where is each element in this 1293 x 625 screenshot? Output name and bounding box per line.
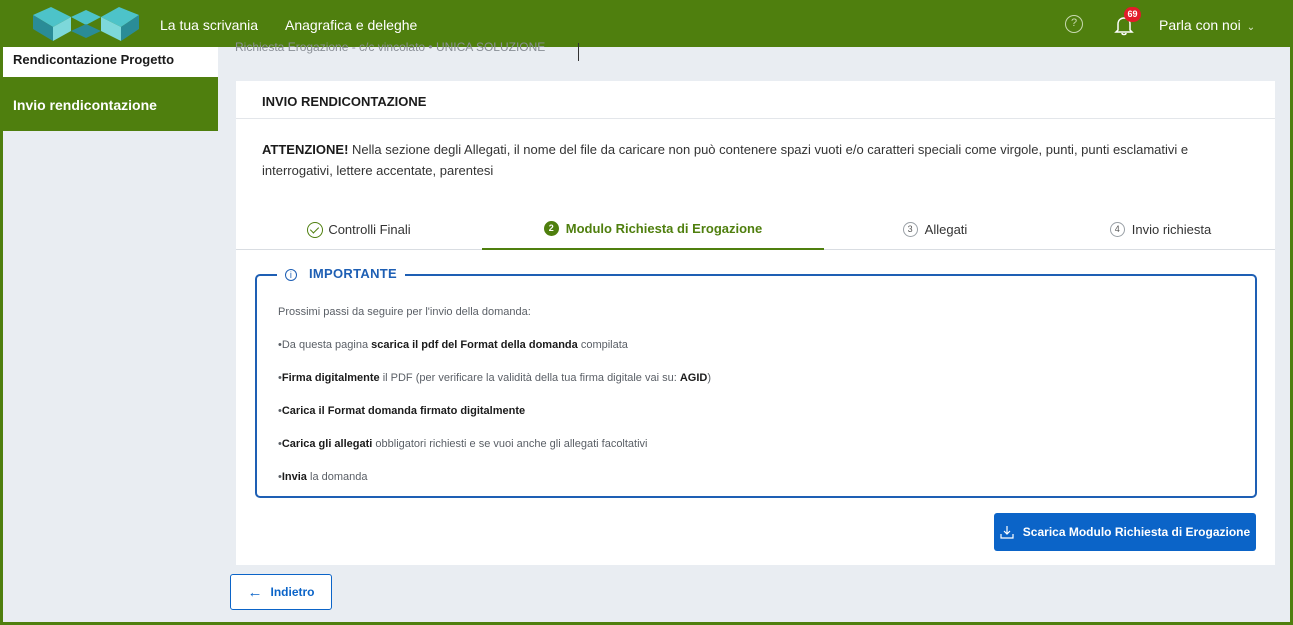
download-label: Scarica Modulo Richiesta di Erogazione: [1022, 525, 1251, 539]
step-label: Allegati: [924, 222, 968, 237]
back-label: Indietro: [270, 585, 315, 599]
step-allegati[interactable]: 3 Allegati: [824, 209, 1046, 250]
question-circle-icon[interactable]: ?: [1065, 15, 1083, 33]
nav-la-tua-scrivania[interactable]: La tua scrivania: [160, 17, 258, 33]
important-step: •Firma digitalmente il PDF (per verifica…: [278, 372, 711, 384]
arrow-left-icon: ←: [247, 583, 263, 601]
warning-label: ATTENZIONE!: [262, 142, 349, 157]
important-box: i IMPORTANTE Prossimi passi da seguire pe…: [255, 266, 1257, 498]
step-number: 4: [1109, 222, 1125, 237]
app-window: La tua scrivania Anagrafica e deleghe ? …: [3, 3, 1290, 622]
info-icon: i: [285, 269, 297, 281]
step-number: 2: [543, 221, 559, 236]
stepper: Controlli Finali 2 Modulo Richiesta di E…: [236, 209, 1275, 250]
step-text: la domanda: [306, 471, 368, 483]
breadcrumb-divider: [578, 43, 579, 61]
step-text: ): [707, 372, 712, 384]
top-navbar: La tua scrivania Anagrafica e deleghe ? …: [3, 3, 1290, 47]
talk-label: Parla con noi: [1159, 17, 1241, 33]
step-label: Invio richiesta: [1131, 222, 1212, 237]
talk-menu[interactable]: Parla con noi ⌄: [1159, 17, 1255, 33]
step-number: 3: [902, 222, 918, 237]
step-bold: Carica il Format domanda firmato digital…: [281, 405, 526, 417]
page-title: INVIO RENDICONTAZIONE: [236, 81, 1275, 119]
download-icon: [1000, 526, 1014, 539]
sidebar-title[interactable]: Rendicontazione Progetto: [3, 47, 218, 77]
warning-text: Nella sezione degli Allegati, il nome de…: [262, 142, 1189, 178]
back-button[interactable]: ← Indietro: [230, 574, 332, 610]
sidebar-item-invio-rendicontazione[interactable]: Invio rendicontazione: [3, 77, 218, 131]
warning-message: ATTENZIONE! Nella sezione degli Allegati…: [262, 139, 1262, 181]
step-label: Modulo Richiesta di Erogazione: [565, 221, 763, 236]
important-step: •Invia la domanda: [278, 471, 367, 483]
step-label: Controlli Finali: [328, 222, 411, 237]
important-title-text: IMPORTANTE: [309, 266, 397, 281]
step-bold: Carica gli allegati: [281, 438, 373, 450]
nav-anagrafica-deleghe[interactable]: Anagrafica e deleghe: [285, 17, 417, 33]
step-text: •Da questa pagina: [278, 339, 372, 351]
agid-link[interactable]: AGID: [680, 372, 708, 384]
step-bold: Firma digitalmente: [281, 372, 380, 384]
check-circle-icon: [307, 221, 324, 238]
step-modulo-richiesta[interactable]: 2 Modulo Richiesta di Erogazione: [482, 209, 824, 250]
step-text: obbligatori richiesti e se vuoi anche gl…: [372, 438, 648, 450]
logo[interactable]: [31, 5, 141, 43]
main-card: INVIO RENDICONTAZIONE ATTENZIONE! Nella …: [236, 81, 1275, 565]
step-bold: Invia: [281, 471, 307, 483]
step-bold: scarica il pdf del Format della domanda: [371, 339, 578, 351]
important-step: •Da questa pagina scarica il pdf del For…: [278, 339, 628, 351]
important-step: •Carica gli allegati obbligatori richies…: [278, 438, 648, 450]
important-intro: Prossimi passi da seguire per l'invio de…: [278, 306, 531, 318]
download-module-button[interactable]: Scarica Modulo Richiesta di Erogazione: [994, 513, 1256, 551]
step-controlli-finali[interactable]: Controlli Finali: [236, 209, 482, 250]
important-step: •Carica il Format domanda firmato digita…: [278, 405, 525, 417]
step-text: il PDF (per verificare la validità della…: [379, 372, 680, 384]
important-title: i IMPORTANTE: [277, 266, 405, 281]
step-invio-richiesta[interactable]: 4 Invio richiesta: [1046, 209, 1275, 250]
breadcrumb: Richiesta Erogazione - c/c vincolato • U…: [235, 40, 546, 54]
notification-badge: 69: [1124, 7, 1141, 22]
step-text: compilata: [577, 339, 628, 351]
chevron-down-icon: ⌄: [1246, 22, 1256, 33]
